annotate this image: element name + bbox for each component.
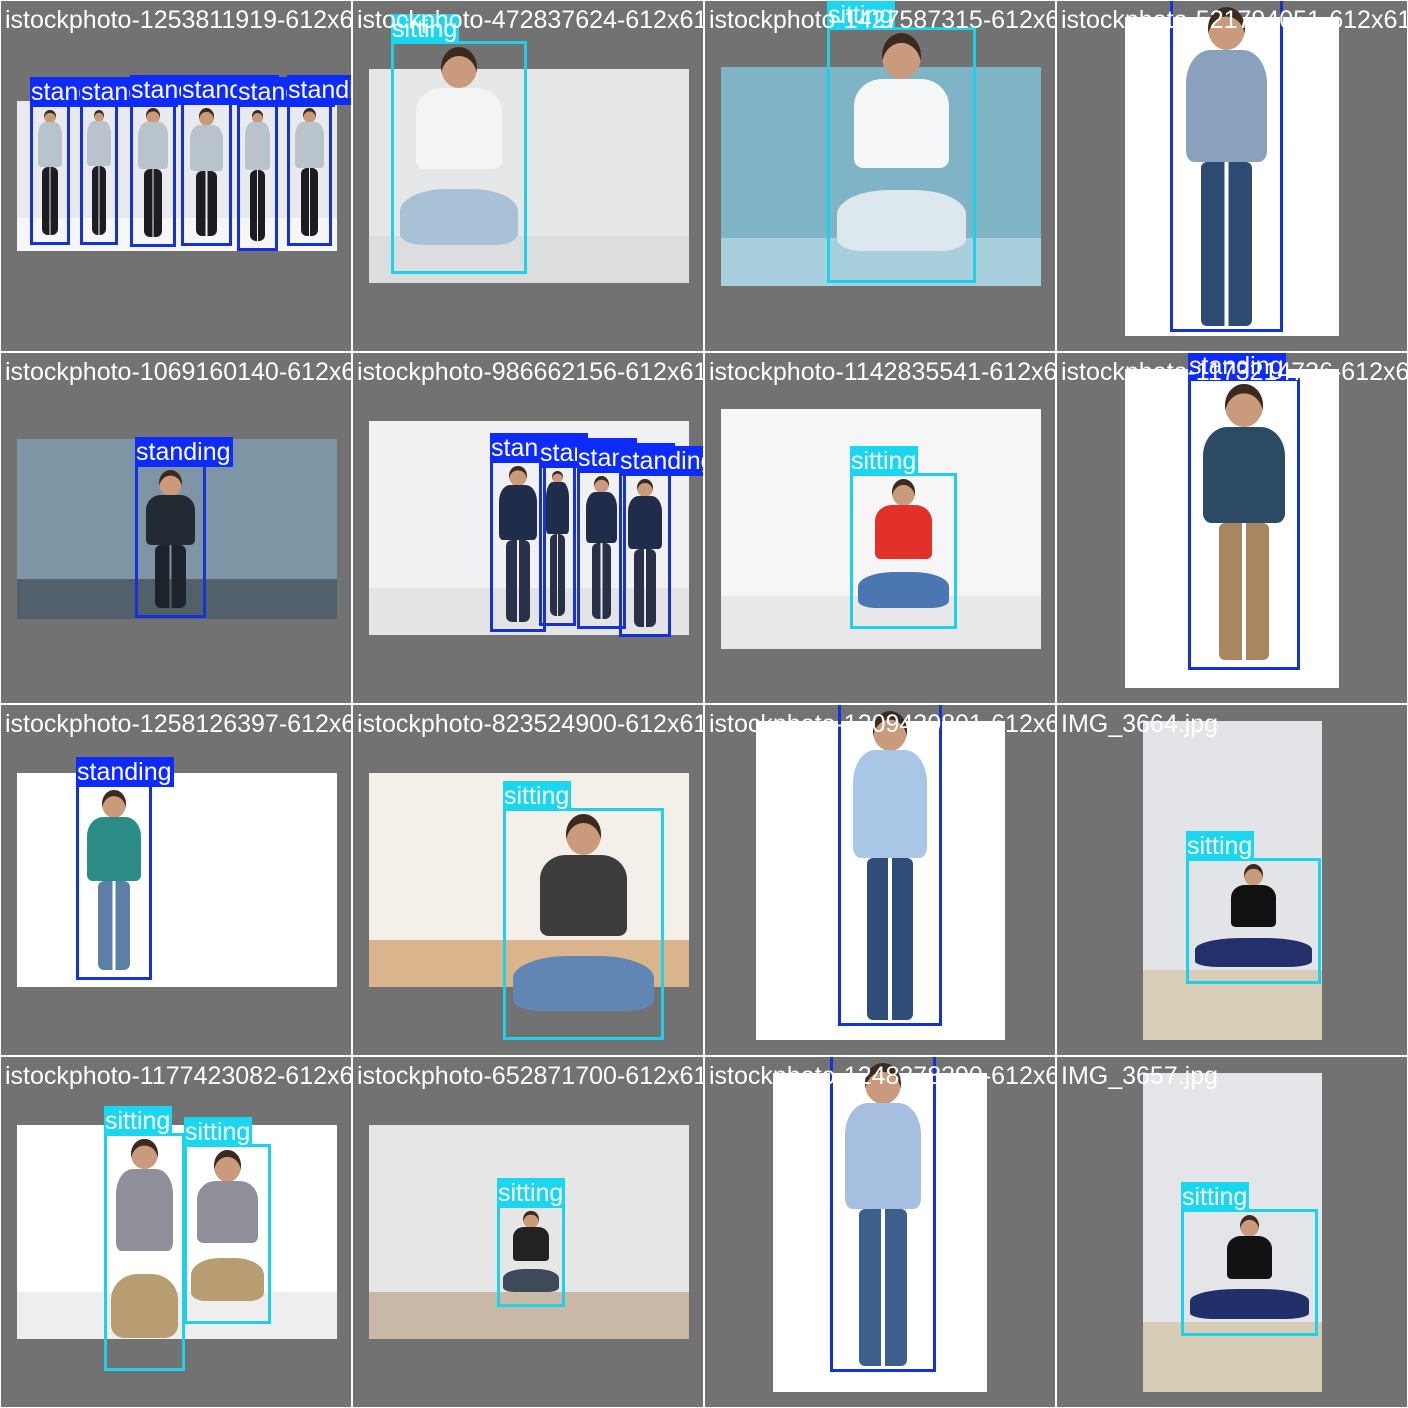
detection-box: sitting [391,14,527,274]
tile-filename: istockphoto-823524900-612x612.jpg [357,710,703,738]
mosaic-tile: sitting sitting istockphoto-1177423082-612… [1,1057,351,1407]
mosaic-tile: standingstandingstandingstandingistockph… [353,353,703,703]
detection-label: sitting [1181,1182,1250,1212]
tile-filename: istockphoto-652871700-612x612.jpg [357,1062,703,1090]
detection-box: sitting [184,1117,271,1324]
mosaic-tile: sitting istockphoto-1142835541-612x612.jp… [705,353,1055,703]
mosaic-tile: sittingistockphoto-472837624-612x612.jpg [353,1,703,351]
mosaic-tile: standing istockphoto-1069160140-612x612.j… [1,353,351,703]
tile-filename: istockphoto-1177423082-612x612.jpg [5,1062,351,1090]
detection-box: standing [838,705,942,1026]
tile-filename: istockphoto-986662156-612x612.jpg [357,358,703,386]
photo-floor [17,940,337,987]
detection-label: sitting [850,446,919,476]
detection-label: sitting [184,1117,253,1147]
detection-box: standing [1188,353,1300,670]
mosaic-tile: standingistockphoto-1209430801-612x612.j… [705,705,1055,1055]
detection-label: sitting [1186,831,1255,861]
detection-label: sitting [497,1178,566,1208]
detection-label: standing [76,757,174,787]
mosaic-tile: sitting istockphoto-823524900-612x612.jpg [353,705,703,1055]
tile-filename: istockphoto-1142835541-612x612.jpg [709,358,1055,386]
tile-filename: istockphoto-1069160140-612x612.jpg [5,358,351,386]
detection-box: sitting [104,1106,185,1371]
detection-box: standing [287,75,351,246]
detection-box: standing [135,437,233,618]
detection-label: standing [287,75,351,105]
detection-box: sitting [1181,1182,1318,1336]
detection-mosaic: standing standing standing standing standing… [0,0,1408,1408]
detection-box: sitting [1186,831,1321,984]
detection-box: sitting [827,1,976,283]
tile-filename: istockphoto-1253811919-612x612.jpg [5,6,351,34]
detection-label: standing [135,437,233,467]
mosaic-tile: standingistockphoto-1248378390-612x612.j… [705,1057,1055,1407]
detection-box: standing [181,75,279,246]
tile-filename: istockphoto-1258126397-612x612.jpg [5,710,351,738]
detection-box: standing [130,75,228,247]
detection-box: sitting [850,446,957,629]
detection-label: standing [1188,353,1286,381]
mosaic-tile: standingistockphoto-521794051-612x612.jp… [1057,1,1407,351]
detection-box: standing [619,446,703,637]
detection-box: standing [30,77,128,245]
mosaic-tile: sittingistockphoto-1427587315-612x612.jp… [705,1,1055,351]
mosaic-tile: sitting istockphoto-652871700-612x612.jpg [353,1057,703,1407]
mosaic-tile: sitting IMG_3664.jpg [1057,705,1407,1055]
detection-box: standing [539,438,637,626]
detection-box: standing [237,77,335,251]
detection-box: sitting [503,781,664,1040]
mosaic-tile: standingistockphoto-1173214736-612x612.j… [1057,353,1407,703]
detection-box: standing [830,1057,936,1372]
detection-label: sitting [104,1106,173,1136]
tile-photo [17,773,337,987]
detection-label: sitting [391,14,460,44]
detection-box: standing [76,757,174,980]
mosaic-tile: standing istockphoto-1258126397-612x612.j… [1,705,351,1055]
detection-label: standing [619,446,703,476]
detection-box: sitting [497,1178,566,1307]
detection-label: sitting [827,1,896,30]
detection-box: standing [490,433,588,632]
mosaic-tile: standing standing standing standing standing… [1,1,351,351]
detection-box: standing [1170,1,1283,332]
detection-label: sitting [503,781,572,811]
detection-box: standing [80,77,178,245]
mosaic-tile: sitting IMG_3657.jpg [1057,1057,1407,1407]
